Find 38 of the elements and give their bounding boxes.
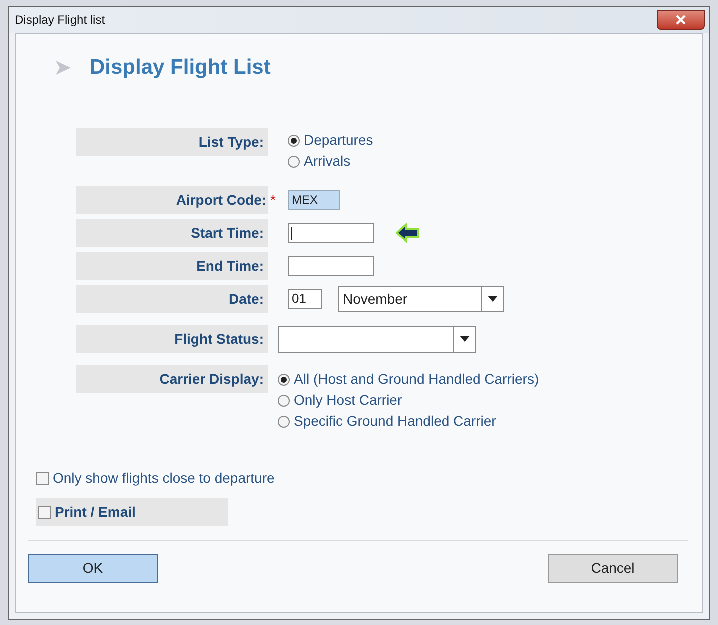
radio-button[interactable] bbox=[278, 394, 290, 406]
start-time-field[interactable] bbox=[288, 223, 374, 243]
radio-button[interactable] bbox=[288, 134, 300, 146]
field-label: Date: bbox=[228, 290, 264, 308]
left-arrow-icon bbox=[396, 223, 420, 243]
radio-label[interactable]: Arrivals bbox=[304, 151, 351, 172]
radio-button[interactable] bbox=[278, 374, 290, 386]
caret-icon bbox=[488, 296, 498, 302]
flight-status-dropdown[interactable] bbox=[278, 326, 476, 352]
cancel-button[interactable]: Cancel bbox=[548, 554, 678, 583]
field-label: List Type: bbox=[198, 132, 264, 152]
checkbox-label[interactable]: Only show flights close to departure bbox=[53, 468, 275, 489]
field-label: Carrier Display: bbox=[160, 370, 264, 389]
field-label: Start Time: bbox=[191, 224, 264, 242]
radio-label[interactable]: Only Host Carrier bbox=[294, 390, 402, 411]
close-button[interactable] bbox=[657, 10, 705, 30]
chevron-icon bbox=[54, 59, 72, 77]
caret-icon bbox=[460, 336, 470, 342]
close-icon bbox=[676, 15, 686, 25]
window-title: Display Flight list bbox=[15, 12, 106, 29]
ok-button[interactable]: OK bbox=[28, 554, 158, 583]
checkbox-label[interactable]: Print / Email bbox=[55, 502, 136, 522]
radio-label[interactable]: All (Host and Ground Handled Carriers) bbox=[294, 369, 540, 390]
dialog-heading: Display Flight List bbox=[90, 55, 271, 82]
day-field[interactable]: 01 bbox=[288, 289, 322, 309]
field-label: End Time: bbox=[196, 256, 264, 276]
field-label: Airport Code: bbox=[176, 190, 267, 210]
radio-label[interactable]: Departures bbox=[304, 130, 374, 151]
radio-label[interactable]: Specific Ground Handled Carrier bbox=[294, 411, 496, 432]
end-time-field[interactable] bbox=[288, 256, 374, 276]
required-mark: * bbox=[270, 190, 276, 210]
airport-code-field[interactable]: MEX bbox=[288, 190, 340, 210]
radio-button[interactable] bbox=[278, 416, 290, 428]
checkbox[interactable] bbox=[38, 506, 51, 518]
month-dropdown[interactable]: November bbox=[338, 286, 504, 312]
checkbox[interactable] bbox=[36, 472, 49, 485]
field-label: Flight Status: bbox=[174, 330, 264, 349]
radio-button[interactable] bbox=[288, 156, 300, 168]
